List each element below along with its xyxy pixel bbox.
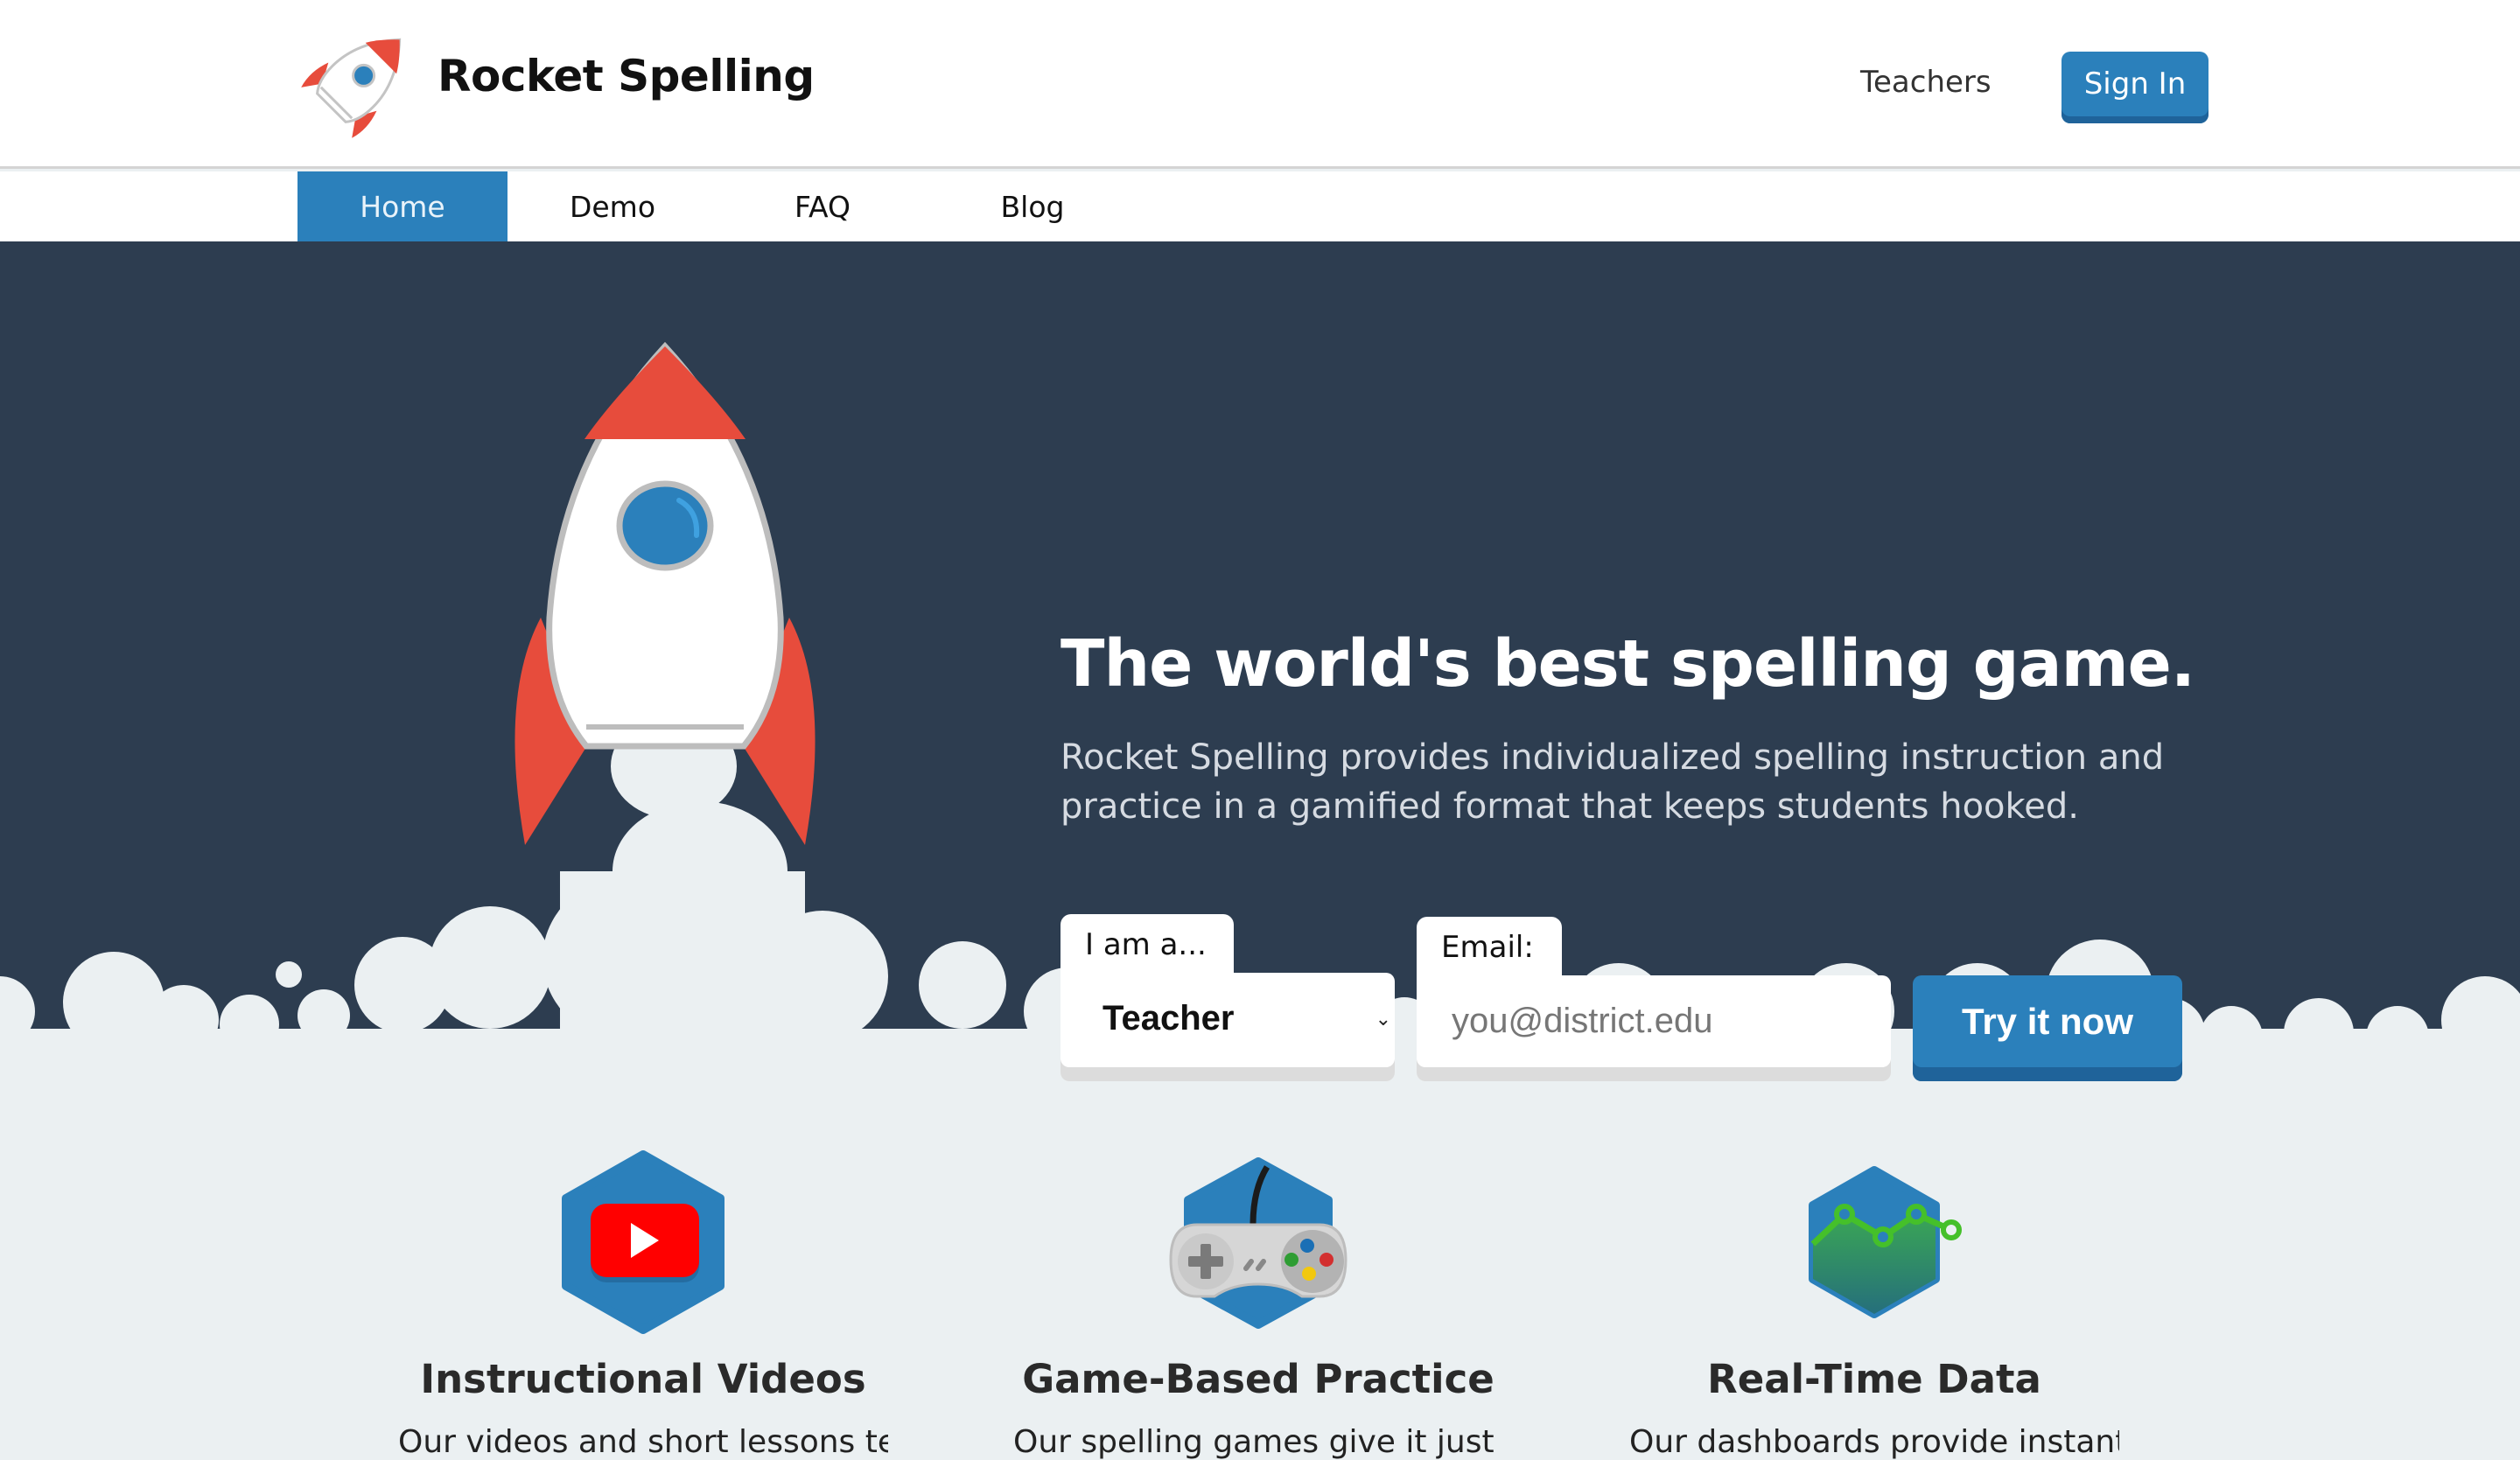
feature-game-based-practice: Game-Based Practice Our spelling games g…	[1013, 1146, 1503, 1460]
role-select[interactable]: Teacher ⌄	[1060, 973, 1395, 1081]
email-input[interactable]	[1417, 975, 1891, 1081]
feature-real-time-data: Real-Time Data Our dashboards provide in…	[1629, 1146, 2119, 1460]
rocket-logo-icon[interactable]	[296, 26, 413, 143]
hero-subtext: Rocket Spelling provides individualized …	[1060, 737, 2165, 827]
brand-name[interactable]: Rocket Spelling	[438, 51, 815, 101]
youtube-play-icon	[562, 1150, 724, 1334]
role-label: I am a...	[1060, 914, 1234, 975]
line-chart-icon	[1809, 1166, 1962, 1318]
feature-description: Our spelling games give it just enough	[1013, 1424, 1503, 1460]
feature-title: Instructional Videos	[420, 1356, 866, 1402]
email-label: Email:	[1417, 917, 1562, 978]
teachers-link[interactable]: Teachers	[1860, 65, 1992, 100]
feature-title: Real-Time Data	[1707, 1356, 2041, 1402]
role-selected-value: Teacher	[1102, 999, 1235, 1037]
feature-description: Our videos and short lessons teach	[398, 1424, 888, 1460]
main-nav: Home Demo FAQ Blog	[0, 171, 2520, 241]
nav-item-blog[interactable]: Blog	[928, 171, 1138, 241]
feature-description: Our dashboards provide instant	[1629, 1424, 2119, 1460]
nav-item-home[interactable]: Home	[298, 171, 508, 241]
try-it-now-button[interactable]: Try it now	[1913, 975, 2182, 1081]
hero-section: The world's best spelling game. Rocket S…	[0, 241, 2520, 1081]
rocket-illustration	[514, 341, 816, 845]
site-header: Rocket Spelling Teachers Sign In	[0, 0, 2520, 169]
nav-item-demo[interactable]: Demo	[508, 171, 718, 241]
chevron-down-icon: ⌄	[1375, 1008, 1391, 1030]
gamepad-icon	[1169, 1157, 1348, 1329]
nav-item-faq[interactable]: FAQ	[718, 171, 928, 241]
feature-instructional-videos: Instructional Videos Our videos and shor…	[398, 1146, 888, 1460]
sign-in-button[interactable]: Sign In	[2062, 52, 2208, 123]
feature-title: Game-Based Practice	[1022, 1356, 1494, 1402]
hero-headline: The world's best spelling game.	[1060, 626, 2195, 702]
